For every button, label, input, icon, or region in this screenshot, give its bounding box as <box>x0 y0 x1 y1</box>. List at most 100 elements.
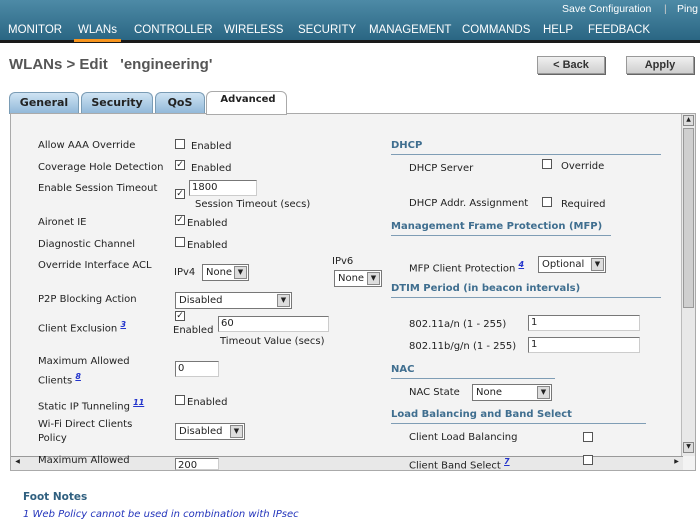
scroll-down-icon[interactable]: ▼ <box>683 442 694 453</box>
nav-help[interactable]: HELP <box>543 24 573 36</box>
client-load-balancing-label: Client Load Balancing <box>409 432 518 443</box>
footnote-link[interactable]: 4 <box>519 260 525 269</box>
aaa-override-label: Allow AAA Override <box>38 140 136 151</box>
nav-commands[interactable]: COMMANDS <box>462 24 530 36</box>
coverage-hole-checkbox[interactable]: ✓ <box>175 160 185 170</box>
dtim-b-input[interactable]: 1 <box>528 337 640 353</box>
p2p-select[interactable]: Disabled ▼ <box>175 292 292 309</box>
nac-state-value: None <box>476 387 503 398</box>
aaa-override-checkbox[interactable] <box>175 139 185 149</box>
max-clients-label: Maximum Allowed <box>38 356 130 367</box>
max-clients-input[interactable]: 0 <box>175 361 219 377</box>
dhcp-override-checkbox[interactable] <box>542 159 552 169</box>
session-timeout-checkbox[interactable]: ✓ <box>175 189 185 199</box>
max-clients-label-2: Clients 8 <box>38 372 81 386</box>
max-ap-label: Maximum Allowed <box>38 455 130 466</box>
nav-security[interactable]: SECURITY <box>298 24 356 36</box>
chevron-down-icon: ▼ <box>367 272 380 285</box>
ping-link[interactable]: Ping <box>677 3 698 15</box>
wifi-direct-select[interactable]: Disabled ▼ <box>175 423 245 440</box>
max-clients-text: Clients <box>38 375 73 387</box>
client-band-select-text: Client Band Select <box>409 460 501 472</box>
dhcp-addr-label: DHCP Addr. Assignment <box>409 198 529 209</box>
session-timeout-sublabel: Session Timeout (secs) <box>195 199 311 210</box>
client-exclusion-checkbox[interactable]: ✓ <box>175 311 185 321</box>
chevron-down-icon: ▼ <box>537 386 550 399</box>
client-exclusion-label: Client Exclusion 3 <box>38 320 126 334</box>
separator: | <box>664 3 667 15</box>
nav-wlans[interactable]: WLANs <box>74 24 121 42</box>
chevron-down-icon: ▼ <box>591 258 604 271</box>
override-acl-label: Override Interface ACL <box>38 260 152 271</box>
ipv6-acl-select[interactable]: None ▼ <box>334 270 382 287</box>
tab-qos[interactable]: QoS <box>155 92 205 114</box>
ipv4-acl-select[interactable]: None ▼ <box>202 264 249 281</box>
footnotes-heading: Foot Notes <box>23 491 88 503</box>
header-bar: Save Configuration | Ping MONITOR WLANs … <box>0 0 700 43</box>
client-band-select-checkbox[interactable] <box>583 455 593 465</box>
ipv4-acl-value: None <box>206 267 233 278</box>
scroll-thumb[interactable] <box>683 128 694 308</box>
dtim-b-label: 802.11b/g/n (1 - 255) <box>409 341 517 352</box>
aironet-checkbox[interactable]: ✓ <box>175 215 185 225</box>
client-band-select-label: Client Band Select 7 <box>409 457 510 471</box>
nav-wireless[interactable]: WIRELESS <box>224 24 283 36</box>
page-title: WLANs > Edit 'engineering' <box>9 56 213 73</box>
footnote-link[interactable]: 11 <box>133 398 144 407</box>
footnote-link[interactable]: 8 <box>75 372 81 381</box>
aironet-label: Aironet IE <box>38 217 87 228</box>
dtim-a-label: 802.11a/n (1 - 255) <box>409 319 507 330</box>
dhcp-heading: DHCP <box>391 140 661 155</box>
nav-management[interactable]: MANAGEMENT <box>369 24 451 36</box>
dhcp-required-checkbox[interactable] <box>542 197 552 207</box>
nav-feedback[interactable]: FEEDBACK <box>588 24 650 36</box>
exclusion-timeout-sublabel: Timeout Value (secs) <box>220 336 325 347</box>
tab-general[interactable]: General <box>9 92 79 114</box>
nav-controller[interactable]: CONTROLLER <box>134 24 213 36</box>
static-ip-checkbox[interactable] <box>175 395 185 405</box>
nav-monitor[interactable]: MONITOR <box>8 24 62 36</box>
p2p-value: Disabled <box>179 295 223 306</box>
max-ap-input[interactable]: 200 <box>175 458 219 471</box>
enabled-label: Enabled <box>191 141 232 152</box>
scroll-right-icon[interactable]: ▶ <box>671 458 682 469</box>
ipv6-acl-value: None <box>338 273 365 284</box>
load-balancing-heading: Load Balancing and Band Select <box>391 409 646 424</box>
dtim-heading: DTIM Period (in beacon intervals) <box>391 283 661 298</box>
dtim-a-input[interactable]: 1 <box>528 315 640 331</box>
ipv4-label: IPv4 <box>174 267 196 278</box>
client-load-balancing-checkbox[interactable] <box>583 432 593 442</box>
back-button[interactable]: < Back <box>537 56 605 74</box>
footnote-link[interactable]: 3 <box>120 320 126 329</box>
diagnostic-checkbox[interactable] <box>175 237 185 247</box>
tab-advanced[interactable]: Advanced <box>206 91 287 115</box>
mfp-heading: Management Frame Protection (MFP) <box>391 221 611 236</box>
required-label: Required <box>561 199 606 210</box>
scroll-up-icon[interactable]: ▲ <box>683 115 694 126</box>
mfp-client-label: MFP Client Protection 4 <box>409 260 524 274</box>
mfp-client-value: Optional <box>542 259 585 270</box>
coverage-hole-label: Coverage Hole Detection <box>38 162 164 173</box>
enabled-label: Enabled <box>187 218 228 229</box>
override-label: Override <box>561 161 605 172</box>
save-configuration-link[interactable]: Save Configuration <box>562 3 651 15</box>
diagnostic-label: Diagnostic Channel <box>38 239 136 250</box>
client-exclusion-text: Client Exclusion <box>38 323 118 335</box>
static-ip-label: Static IP Tunneling 11 <box>38 398 144 412</box>
enabled-label: Enabled <box>187 240 228 251</box>
scroll-left-icon[interactable]: ◀ <box>12 458 23 469</box>
session-timeout-input[interactable]: 1800 <box>189 180 257 196</box>
p2p-label: P2P Blocking Action <box>38 294 137 305</box>
enabled-label: Enabled <box>187 397 228 408</box>
dhcp-server-label: DHCP Server <box>409 163 474 174</box>
vertical-scrollbar[interactable]: ▲ ▼ <box>681 114 695 456</box>
tab-security[interactable]: Security <box>81 92 153 114</box>
enabled-label: Enabled <box>173 325 214 336</box>
mfp-client-select[interactable]: Optional ▼ <box>538 256 606 273</box>
footnote-link[interactable]: 7 <box>504 457 510 466</box>
enabled-label: Enabled <box>191 163 232 174</box>
apply-button[interactable]: Apply <box>626 56 694 74</box>
nac-state-select[interactable]: None ▼ <box>472 384 552 401</box>
exclusion-timeout-input[interactable]: 60 <box>218 316 329 332</box>
nac-heading: NAC <box>391 364 555 379</box>
